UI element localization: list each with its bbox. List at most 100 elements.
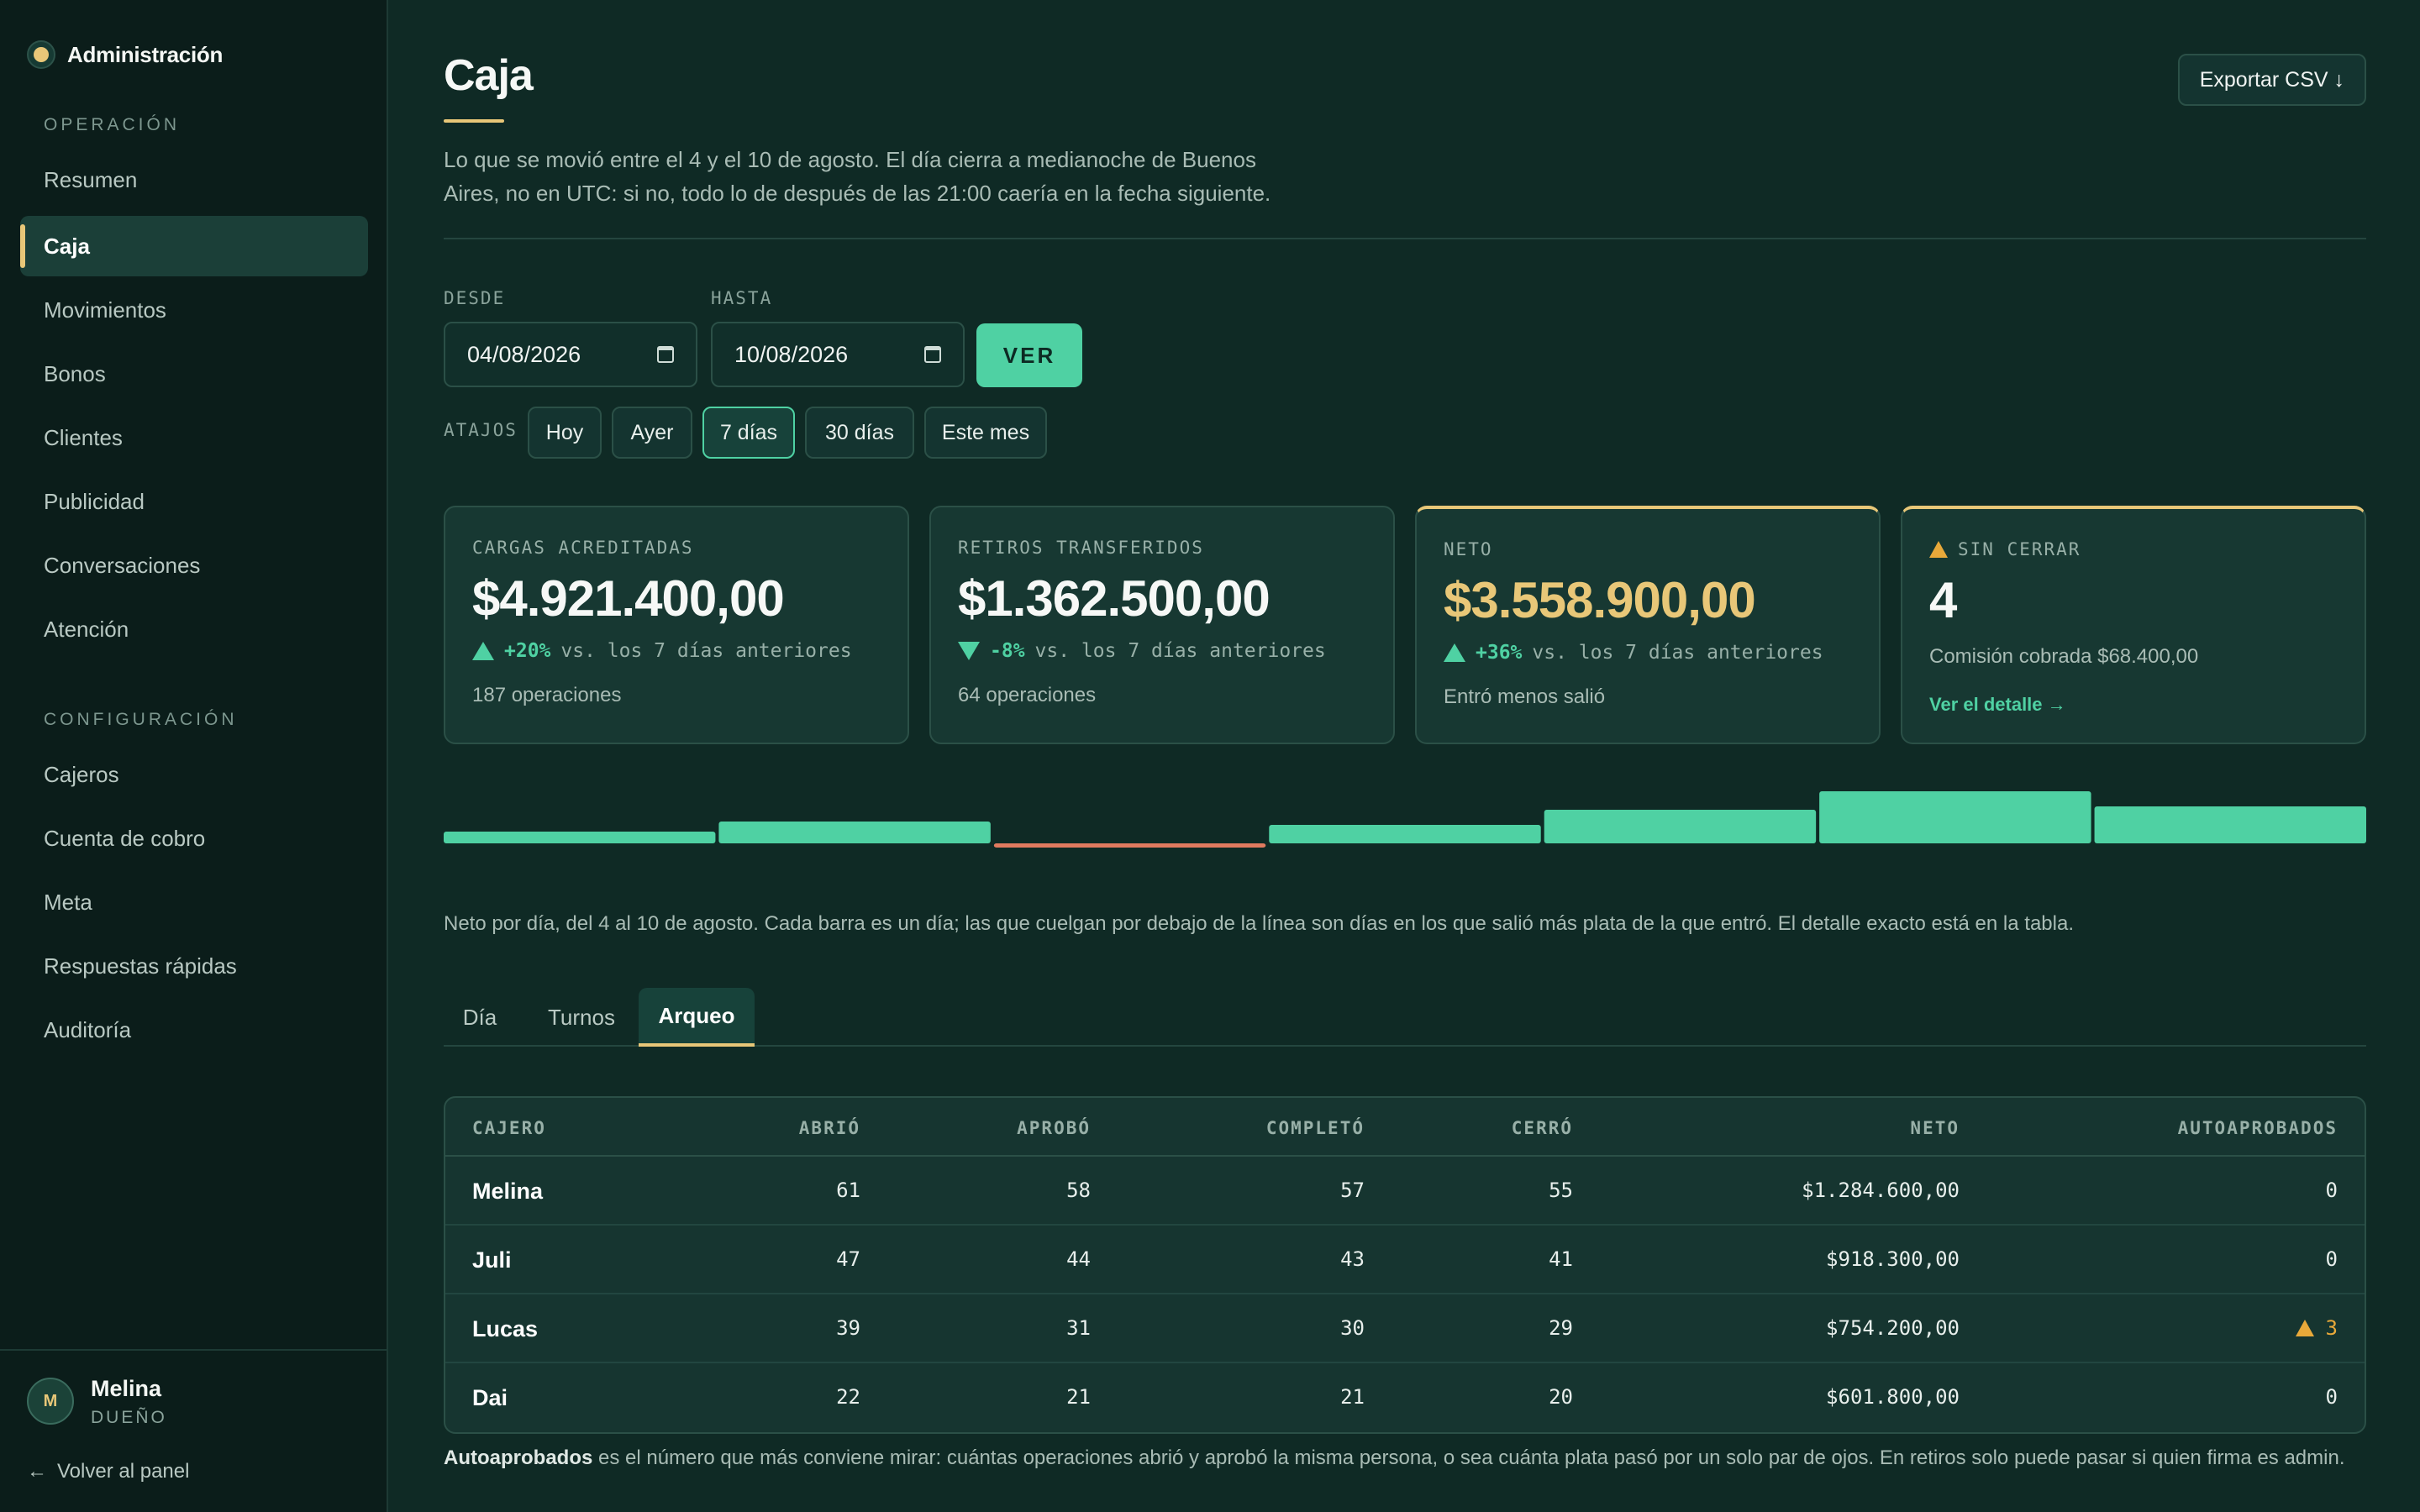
cell-autoaprobados: 3: [2325, 1316, 2338, 1340]
card-note: 187 operaciones: [472, 684, 622, 706]
sidebar-item-meta[interactable]: Meta: [20, 872, 368, 932]
warning-icon: [2295, 1320, 2314, 1336]
table-header: CAJERO ABRIÓ APROBÓ COMPLETÓ CERRÓ NETO …: [445, 1098, 2365, 1157]
chart-bar-7-ago[interactable]: [1269, 825, 1541, 843]
sidebar-footer: M Melina DUEÑO ← Volver al panel: [0, 1349, 387, 1512]
cell-autoaprobados: 0: [2325, 1385, 2338, 1409]
sidebar-item-bonos[interactable]: Bonos: [20, 344, 368, 404]
net-by-day-chart: [444, 791, 2366, 848]
col-completo: COMPLETÓ: [1265, 1118, 1365, 1138]
shortcut-7-dias[interactable]: 7 días: [702, 407, 795, 459]
cell-neto: $754.200,00: [1826, 1316, 1960, 1340]
brand-logo-icon: [27, 40, 55, 69]
cell-abrio: 22: [836, 1385, 860, 1409]
cell-completo: 43: [1340, 1247, 1365, 1271]
page-subtitle: Lo que se movió entre el 4 y el 10 de ag…: [444, 147, 1271, 206]
shortcut-30-dias[interactable]: 30 días: [805, 407, 914, 459]
table-row[interactable]: Dai 22 21 21 20 $601.800,00 0: [445, 1363, 2365, 1432]
cell-abrio: 47: [836, 1247, 860, 1271]
user-role: DUEÑO: [91, 1408, 167, 1427]
user-name: Melina: [91, 1376, 162, 1401]
sidebar-item-respuestas-rapidas[interactable]: Respuestas rápidas: [20, 936, 368, 996]
nav-section-operacion: OPERACIÓN: [44, 115, 181, 134]
cell-cerro: 29: [1549, 1316, 1573, 1340]
sidebar-item-caja[interactable]: Caja: [20, 216, 368, 276]
sidebar-item-atencion[interactable]: Atención: [20, 599, 368, 659]
sidebar-item-resumen[interactable]: Resumen: [20, 150, 368, 210]
sidebar-item-conversaciones[interactable]: Conversaciones: [20, 535, 368, 596]
chart-bar-4-ago[interactable]: [444, 832, 716, 843]
title-underline: [444, 119, 504, 123]
to-date-value: 10/08/2026: [734, 341, 849, 367]
table-row[interactable]: Juli 47 44 43 41 $918.300,00 0: [445, 1226, 2365, 1294]
ver-button[interactable]: VER: [976, 323, 1082, 387]
from-date-value: 04/08/2026: [467, 341, 581, 367]
sidebar-item-clientes[interactable]: Clientes: [20, 407, 368, 468]
avatar[interactable]: M: [27, 1378, 74, 1425]
card-label: SIN CERRAR: [1929, 539, 2081, 559]
card-label: NETO: [1444, 539, 1493, 559]
tab-arqueo[interactable]: Arqueo: [639, 988, 755, 1047]
cell-autoaprobados: 0: [2325, 1179, 2338, 1202]
chart-bar-9-ago[interactable]: [1819, 791, 2091, 843]
card-delta: -8% vs. los 7 días anteriores: [958, 640, 1326, 662]
card-value: $3.558.900,00: [1444, 572, 1756, 628]
to-date-input[interactable]: 10/08/2026: [711, 322, 965, 387]
sidebar: Administración OPERACIÓN Resumen Caja Mo…: [0, 0, 388, 1512]
back-to-panel-link[interactable]: ← Volver al panel: [27, 1460, 189, 1483]
tab-turnos[interactable]: Turnos: [528, 988, 635, 1047]
cell-cajero: Melina: [472, 1179, 544, 1204]
col-aprobo: APROBÓ: [1017, 1118, 1091, 1138]
export-csv-button[interactable]: Exportar CSV ↓: [2177, 54, 2366, 106]
from-date-input[interactable]: 04/08/2026: [444, 322, 697, 387]
chart-bar-5-ago[interactable]: [718, 822, 991, 843]
cell-neto: $601.800,00: [1826, 1385, 1960, 1409]
table-row[interactable]: Lucas 39 31 30 29 $754.200,00 3: [445, 1294, 2365, 1363]
cell-cerro: 55: [1549, 1179, 1573, 1202]
shortcut-este-mes[interactable]: Este mes: [924, 407, 1047, 459]
col-cerro: CERRÓ: [1511, 1118, 1573, 1138]
sidebar-item-auditoria[interactable]: Auditoría: [20, 1000, 368, 1060]
arqueo-table: CAJERO ABRIÓ APROBÓ COMPLETÓ CERRÓ NETO …: [444, 1096, 2366, 1434]
view-tabs: Día Turnos Arqueo: [444, 988, 2366, 1047]
chart-bar-6-ago[interactable]: [993, 843, 1266, 848]
trend-down-icon: [958, 642, 980, 660]
col-abrio: ABRIÓ: [798, 1118, 860, 1138]
card-delta: +36% vs. los 7 días anteriores: [1444, 642, 1823, 664]
cell-aprobo: 58: [1066, 1179, 1091, 1202]
from-label: DESDE: [444, 288, 506, 308]
calendar-icon[interactable]: [924, 346, 941, 363]
sidebar-item-cajeros[interactable]: Cajeros: [20, 744, 368, 805]
delta-text: vs. los 7 días anteriores: [1034, 640, 1326, 662]
cell-aprobo: 44: [1066, 1247, 1091, 1271]
sidebar-item-publicidad[interactable]: Publicidad: [20, 471, 368, 532]
delta-value: +20%: [504, 640, 551, 662]
kpi-card-neto: NETO $3.558.900,00 +36% vs. los 7 días a…: [1415, 506, 1881, 744]
trend-up-icon: [1444, 643, 1465, 662]
shortcut-hoy[interactable]: Hoy: [528, 407, 602, 459]
ver-detalle-link[interactable]: Ver el detalle →: [1929, 694, 2066, 716]
card-label-text: SIN CERRAR: [1958, 539, 2081, 559]
cell-cerro: 41: [1549, 1247, 1573, 1271]
chart-bar-10-ago[interactable]: [2094, 806, 2366, 843]
cell-cajero: Dai: [472, 1385, 508, 1410]
cell-autoaprobados-warning: 3: [2295, 1316, 2338, 1340]
calendar-icon[interactable]: [657, 346, 674, 363]
table-row[interactable]: Melina 61 58 57 55 $1.284.600,00 0: [445, 1157, 2365, 1226]
brand-name: Administración: [67, 41, 224, 67]
cell-abrio: 61: [836, 1179, 860, 1202]
header-divider: [444, 238, 2366, 239]
cell-neto: $918.300,00: [1826, 1247, 1960, 1271]
sidebar-item-movimientos[interactable]: Movimientos: [20, 280, 368, 340]
tab-dia[interactable]: Día: [444, 988, 516, 1047]
card-label: RETIROS TRANSFERIDOS: [958, 538, 1204, 558]
card-value: $4.921.400,00: [472, 570, 785, 627]
sidebar-item-cuenta-de-cobro[interactable]: Cuenta de cobro: [20, 808, 368, 869]
col-cajero: CAJERO: [472, 1118, 546, 1138]
shortcut-ayer[interactable]: Ayer: [612, 407, 692, 459]
chart-bar-8-ago[interactable]: [1544, 810, 1817, 843]
card-delta: +20% vs. los 7 días anteriores: [472, 640, 852, 662]
page-title: Caja: [444, 51, 534, 100]
back-link-label: Volver al panel: [57, 1460, 190, 1483]
cell-cajero: Lucas: [472, 1316, 539, 1341]
